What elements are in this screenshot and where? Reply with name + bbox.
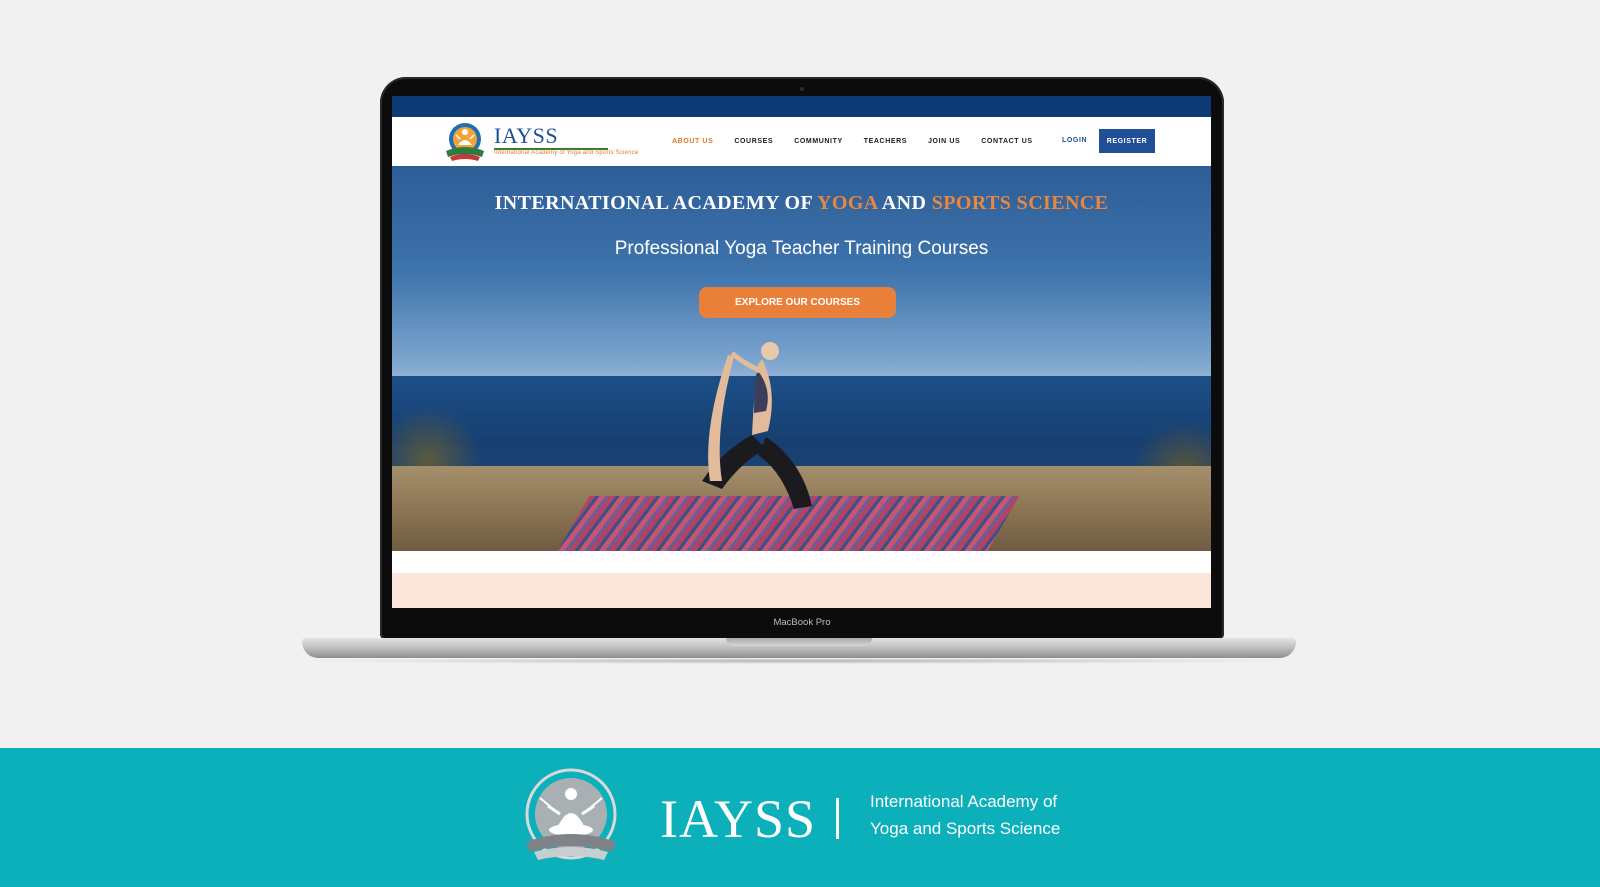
nav-item-about-us[interactable]: ABOUT US [672, 138, 713, 145]
logo-text[interactable]: IAYSS [494, 123, 558, 149]
nav-item-contact-us[interactable]: CONTACT US [981, 138, 1032, 145]
footer-description-line2: Yoga and Sports Science [870, 819, 1061, 838]
login-link[interactable]: LOGIN [1062, 137, 1087, 144]
yoga-figure-icon [702, 342, 812, 509]
peach-section [392, 573, 1211, 608]
website-screen: IAYSS International Academy of Yoga and … [392, 96, 1211, 608]
footer-description-line1: International Academy of [870, 792, 1058, 811]
nav-item-community[interactable]: COMMUNITY [794, 138, 843, 145]
top-strip [392, 96, 1211, 117]
nav-item-courses[interactable]: COURSES [734, 138, 773, 145]
logo-tagline: International Academy of Yoga and Sports… [494, 150, 639, 156]
footer-divider [836, 798, 839, 839]
laptop-shadow [296, 658, 1302, 664]
hero-title-accent-yoga: YOGA [817, 192, 878, 214]
site-header: IAYSS International Academy of Yoga and … [392, 117, 1211, 166]
explore-courses-button[interactable]: EXPLORE OUR COURSES [699, 287, 896, 318]
device-label: MacBook Pro [773, 617, 831, 628]
hero-title-part2: AND [877, 192, 932, 214]
nav-item-join-us[interactable]: JOIN US [928, 138, 960, 145]
hero-subtitle: Professional Yoga Teacher Training Cours… [614, 238, 989, 259]
meditating-figure-icon [525, 768, 617, 860]
footer-description: International Academy of Yoga and Sports… [870, 788, 1060, 842]
hero-title-part1: INTERNATIONAL ACADEMY OF [494, 192, 818, 214]
register-button[interactable]: REGISTER [1099, 129, 1155, 153]
hero-title-accent-sports: SPORTS SCIENCE [931, 192, 1109, 214]
footer-brand: IAYSS [660, 789, 817, 849]
laptop-notch [726, 638, 872, 646]
hero-section: INTERNATIONAL ACADEMY OF YOGA AND SPORTS… [392, 166, 1211, 551]
camera-dot [800, 87, 804, 91]
hero-title: INTERNATIONAL ACADEMY OF YOGA AND SPORTS… [392, 192, 1211, 215]
laptop-base [302, 638, 1296, 658]
nav-item-teachers[interactable]: TEACHERS [864, 138, 907, 145]
main-nav: ABOUT US COURSES COMMUNITY TEACHERS JOIN… [672, 117, 1054, 166]
iayss-logo-emblem-icon[interactable] [442, 121, 488, 163]
footer-band: IAYSS International Academy of Yoga and … [0, 748, 1600, 887]
